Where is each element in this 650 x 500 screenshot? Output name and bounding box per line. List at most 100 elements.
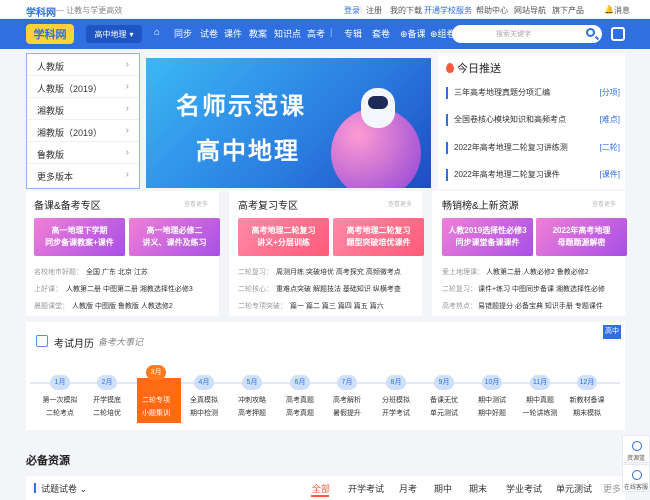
event-link[interactable]: 高考真题 [280,394,320,407]
month-marker[interactable]: 5月 [242,375,262,390]
promo-card[interactable]: 高一地理必修二 讲义、课件及练习 [129,218,220,256]
month-events[interactable]: 期中真题 一轮讲练测 [520,394,560,420]
event-link[interactable]: 新教材备课 [567,394,607,407]
month-events[interactable]: 冲刺攻略 高考押题 [232,394,272,420]
version-item[interactable]: 人教版（2019） › [27,76,139,98]
event-link[interactable]: 二轮专项 [136,394,176,407]
bell-icon[interactable]: 🔔 [604,5,614,14]
month-events[interactable]: 开学摸底 二轮培优 [87,394,127,420]
version-item[interactable]: 更多版本 › [27,164,139,186]
subject-selector[interactable]: 高中地理 ▾ [86,25,142,43]
month-events[interactable]: 高考解析 暑假提升 [327,394,367,420]
event-link[interactable]: 高考解析 [327,394,367,407]
event-link[interactable]: 冲刺攻略 [232,394,272,407]
more-link[interactable]: 查看更多 [388,199,412,208]
month-marker[interactable]: 11月 [530,375,550,390]
event-link[interactable]: 全真模拟 [184,394,224,407]
grade-badge[interactable]: 高中 [603,325,621,339]
event-link[interactable]: 单元测试 [424,407,464,420]
event-link[interactable]: 二轮考点 [40,407,80,420]
news-item[interactable]: 三年高考地理真题分项汇编 [分项] [446,87,620,99]
nav-item-knowledge[interactable]: 知识点 [274,27,301,40]
month-marker[interactable]: 10月 [482,375,502,390]
search-box[interactable]: 搜索关键字 [452,25,602,43]
nav-item-prepare[interactable]: ⊕备课 [400,27,426,40]
news-item[interactable]: 2022年高考地理二轮复习讲练测 [二轮] [446,142,620,154]
month-marker[interactable]: 9月 [434,375,454,390]
tab-monthly[interactable]: 月考 [399,482,417,495]
event-link[interactable]: 开学摸底 [87,394,127,407]
month-marker[interactable]: 12月 [577,375,597,390]
row-links[interactable]: 人教第二册 中图第二册 湘教选择性必修3 [66,284,193,294]
promo-card[interactable]: 2022年高考地理 母题题源解密 [536,218,627,256]
month-marker[interactable]: 4月 [194,375,214,390]
more-link[interactable]: 查看更多 [592,199,616,208]
tab-unit-test[interactable]: 单元测试 [556,482,592,495]
month-marker[interactable]: 6月 [290,375,310,390]
search-input[interactable]: 搜索关键字 [496,29,531,39]
month-marker[interactable]: 1月 [50,375,70,390]
row-links[interactable]: 人教版 中图版 鲁教版 人教选修2 [72,301,173,311]
event-link[interactable]: 小题集训 [136,407,176,420]
news-item[interactable]: 全国卷核心模块知识和高频考点 [难点] [446,114,620,126]
event-link[interactable]: 期中检测 [184,407,224,420]
event-link[interactable]: 期末模拟 [567,407,607,420]
event-link[interactable]: 备课无忧 [424,394,464,407]
promo-card[interactable]: 高考地理二轮复习 讲义+分层训练 [238,218,329,256]
event-link[interactable]: 开学考试 [376,407,416,420]
event-link[interactable]: 高考押题 [232,407,272,420]
search-icon[interactable] [586,28,595,37]
event-link[interactable]: 二轮培优 [87,407,127,420]
version-item[interactable]: 湘教版 › [27,98,139,120]
month-marker[interactable]: 8月 [386,375,406,390]
tab-all[interactable]: 全部 [312,482,330,495]
event-link[interactable]: 第一次模拟 [40,394,80,407]
version-item[interactable]: 鲁教版 › [27,142,139,164]
row-links[interactable]: 重难点突破 解题技法 基础知识 纵横考查 [276,284,401,294]
message-link[interactable]: 消息 [614,5,630,16]
school-vip-link[interactable]: 开通学校服务 [424,5,472,16]
nav-item-courseware[interactable]: 课件 [224,27,242,40]
month-events[interactable]: 备课无忧 单元测试 [424,394,464,420]
nav-item-album[interactable]: 专辑 [344,27,362,40]
site-nav-link[interactable]: 网站导航 [514,5,546,16]
event-link[interactable]: 一轮讲练测 [520,407,560,420]
version-item[interactable]: 人教版 › [27,54,139,76]
more-link[interactable]: 更多 [603,482,621,495]
row-links[interactable]: 人教第二册 人教必修2 鲁教必修2 [486,267,589,277]
register-link[interactable]: 注册 [366,5,382,16]
resource-basket-button[interactable]: 资源篮 [622,435,650,463]
event-link[interactable]: 期中好题 [472,407,512,420]
promo-card[interactable]: 高考地理二轮复习 题型突破培优课件 [333,218,424,256]
month-events[interactable]: 分班模拟 开学考试 [376,394,416,420]
promo-card[interactable]: 人教2019选择性必修3 同步课堂备课课件 [442,218,533,256]
month-events[interactable]: 全真模拟 期中检测 [184,394,224,420]
nav-item-exam[interactable]: 试卷 [200,27,218,40]
site-logo[interactable]: 学科网 [26,24,74,44]
month-marker[interactable]: 2月 [97,375,117,390]
month-events[interactable]: 高考真题 高考真题 [280,394,320,420]
nav-item-sync[interactable]: 同步 [174,27,192,40]
products-link[interactable]: 旗下产品 [552,5,584,16]
event-link[interactable]: 高考真题 [280,407,320,420]
month-events[interactable]: 新教材备课 期末模拟 [567,394,607,420]
my-downloads-link[interactable]: 我的下载 [390,5,422,16]
month-events[interactable]: 第一次模拟 二轮考点 [40,394,80,420]
cart-icon[interactable] [611,27,625,41]
more-link[interactable]: 查看更多 [184,199,208,208]
nav-item-gaokao[interactable]: 高考 [307,27,325,40]
event-link[interactable]: 期中真题 [520,394,560,407]
row-links[interactable]: 课件+练习 中图同步备课 湘教选择性必修 [478,284,605,294]
nav-item-lesson-plan[interactable]: 教案 [249,27,267,40]
month-events[interactable]: 期中测试 期中好题 [472,394,512,420]
tab-academic[interactable]: 学业考试 [506,482,542,495]
row-links[interactable]: 全国 广东 北京 江苏 [86,267,148,277]
tab-final[interactable]: 期末 [469,482,487,495]
brand-text[interactable]: 学科网 [26,4,56,19]
row-links[interactable]: 篇一 篇二 篇三 篇四 篇五 篇六 [290,301,384,311]
event-link[interactable]: 分班模拟 [376,394,416,407]
version-item[interactable]: 湘教版（2019） › [27,120,139,142]
paper-type-select[interactable]: 试题试卷 ⌄ [34,482,87,495]
event-link[interactable]: 期中测试 [472,394,512,407]
login-link[interactable]: 登录 [344,5,360,16]
